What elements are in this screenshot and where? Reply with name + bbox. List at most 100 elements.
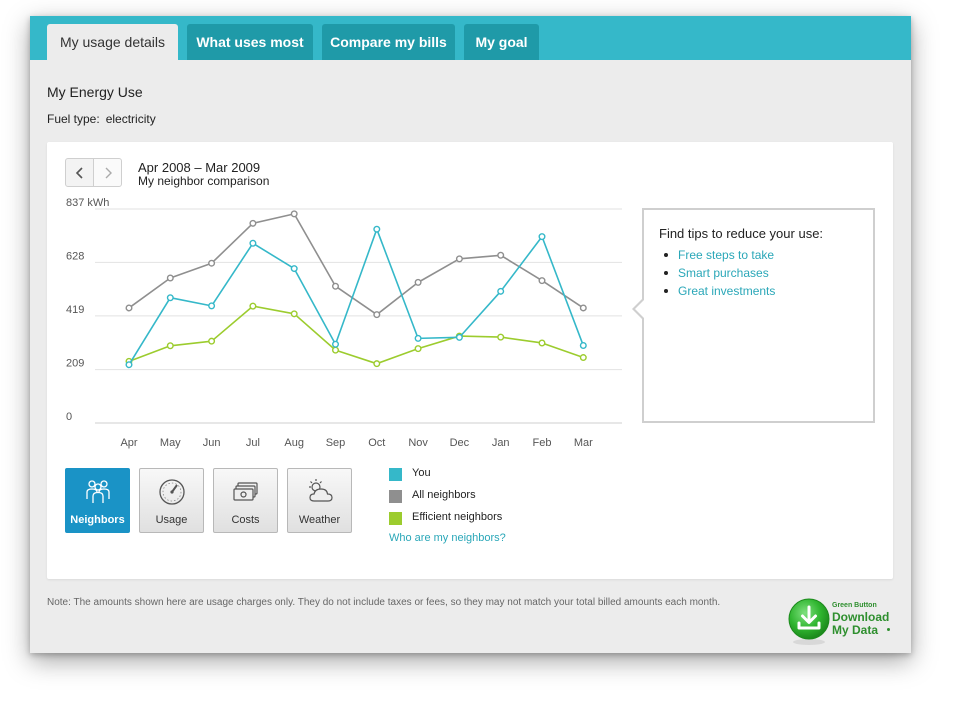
series-line-you (128, 228, 585, 366)
data-point-efficient-neighbors (166, 342, 174, 350)
legend-label-you: You (412, 467, 431, 479)
tab-bar: My usage details What uses most Compare … (30, 16, 911, 60)
data-point-efficient-neighbors (208, 337, 216, 345)
data-point-efficient-neighbors (497, 333, 505, 341)
download-icon (788, 598, 830, 645)
green-button-caption: Green Button (832, 602, 877, 609)
weather-label: Weather (298, 514, 341, 526)
data-point-all-neighbors (249, 219, 257, 227)
data-point-efficient-neighbors (332, 346, 340, 354)
gauge-icon (159, 479, 185, 505)
data-point-all-neighbors (455, 255, 463, 263)
chevron-left-icon (75, 166, 83, 179)
tip-link-smart-purchases[interactable]: Smart purchases (663, 264, 775, 282)
data-point-all-neighbors (125, 304, 133, 312)
x-tick-label: May (160, 437, 181, 449)
legend-swatch-all-neighbors (389, 490, 402, 503)
x-tick-label: Jun (203, 437, 221, 449)
data-point-all-neighbors (166, 274, 174, 282)
fuel-type: Fuel type: electricity (47, 112, 156, 126)
who-are-my-neighbors-link[interactable]: Who are my neighbors? (389, 532, 506, 544)
tips-title: Find tips to reduce your use: (659, 226, 824, 241)
legend-swatch-efficient-neighbors (389, 512, 402, 525)
fuel-type-label: Fuel type: (47, 112, 100, 126)
app-window: My usage details What uses most Compare … (30, 16, 911, 653)
usage-label: Usage (155, 514, 188, 526)
data-point-you (497, 287, 505, 295)
next-period-button[interactable] (93, 158, 122, 187)
usage-button[interactable]: Usage (139, 468, 204, 533)
x-tick-label: Feb (533, 437, 552, 449)
data-point-you (455, 333, 463, 341)
data-point-you (373, 225, 381, 233)
data-point-you (208, 302, 216, 310)
tab-what-uses-most[interactable]: What uses most (187, 24, 313, 60)
x-tick-label: Nov (408, 437, 428, 449)
data-point-efficient-neighbors (414, 345, 422, 353)
usage-line-chart: 0 209 419 628 837 kWh Apr May Jun Jul Aug Sep Oct No… (66, 197, 622, 449)
data-point-you (538, 233, 546, 241)
tab-compare-my-bills[interactable]: Compare my bills (322, 24, 455, 60)
data-point-all-neighbors (208, 259, 216, 267)
data-point-all-neighbors (579, 304, 587, 312)
x-tick-label: Jan (492, 437, 510, 449)
people-icon (86, 480, 110, 503)
tab-my-usage-details[interactable]: My usage details (47, 24, 178, 60)
data-point-you (579, 342, 587, 350)
data-point-all-neighbors (497, 251, 505, 259)
period-range: Apr 2008 – Mar 2009 (138, 160, 261, 175)
data-point-all-neighbors (290, 210, 298, 218)
usage-note: Note: The amounts shown here are usage c… (47, 597, 721, 608)
data-point-efficient-neighbors (579, 354, 587, 362)
data-point-you (332, 340, 340, 348)
green-button-line1: Download (832, 610, 890, 624)
tip-link-great-investments[interactable]: Great investments (663, 282, 775, 300)
data-point-all-neighbors (332, 282, 340, 290)
tab-my-goal[interactable]: My goal (464, 24, 539, 60)
data-point-efficient-neighbors (538, 339, 546, 347)
data-point-you (125, 361, 133, 369)
y-tick-label: 628 (66, 250, 84, 262)
data-point-all-neighbors (373, 311, 381, 319)
y-tick-label: 419 (66, 304, 84, 316)
usage-card: Apr 2008 – Mar 2009 My neighbor comparis… (47, 142, 893, 579)
previous-period-button[interactable] (65, 158, 94, 187)
data-point-all-neighbors (538, 277, 546, 285)
x-tick-label: Mar (574, 437, 593, 449)
x-tick-label: Dec (450, 437, 470, 449)
x-tick-label: Jul (246, 437, 260, 449)
tips-list: Free steps to take Smart purchases Great… (663, 246, 775, 300)
money-icon (233, 482, 258, 501)
series-line-efficient-neighbors (128, 305, 584, 365)
data-point-you (166, 294, 174, 302)
y-tick-label: 837 kWh (66, 197, 109, 209)
neighbors-button[interactable]: Neighbors (65, 468, 130, 533)
green-button-line2: My Data (832, 623, 879, 637)
data-point-efficient-neighbors (373, 360, 381, 368)
data-point-all-neighbors (414, 278, 422, 286)
legend-label-efficient-neighbors: Efficient neighbors (412, 511, 503, 523)
tips-panel: Find tips to reduce your use: Free steps… (632, 208, 875, 423)
x-tick-label: Aug (284, 437, 304, 449)
weather-icon (309, 479, 333, 502)
period-subtitle: My neighbor comparison (138, 174, 270, 188)
x-tick-label: Apr (120, 437, 137, 449)
data-point-you (249, 239, 257, 247)
data-point-efficient-neighbors (290, 310, 298, 318)
x-tick-label: Oct (368, 437, 385, 449)
fuel-type-value: electricity (105, 112, 156, 126)
data-point-you (290, 265, 298, 273)
data-point-you (414, 334, 422, 342)
x-tick-label: Sep (326, 437, 346, 449)
page-title: My Energy Use (47, 84, 143, 100)
legend-label-all-neighbors: All neighbors (412, 489, 476, 501)
green-button-download[interactable]: Green Button Download My Data (787, 596, 897, 646)
costs-button[interactable]: Costs (213, 468, 278, 533)
series-line-all-neighbors (128, 213, 584, 316)
chevron-right-icon (105, 167, 112, 178)
weather-button[interactable]: Weather (287, 468, 352, 533)
legend-swatch-you (389, 468, 402, 481)
y-tick-label: 0 (66, 411, 72, 423)
data-point-efficient-neighbors (249, 302, 257, 310)
tip-link-free-steps[interactable]: Free steps to take (663, 246, 775, 264)
